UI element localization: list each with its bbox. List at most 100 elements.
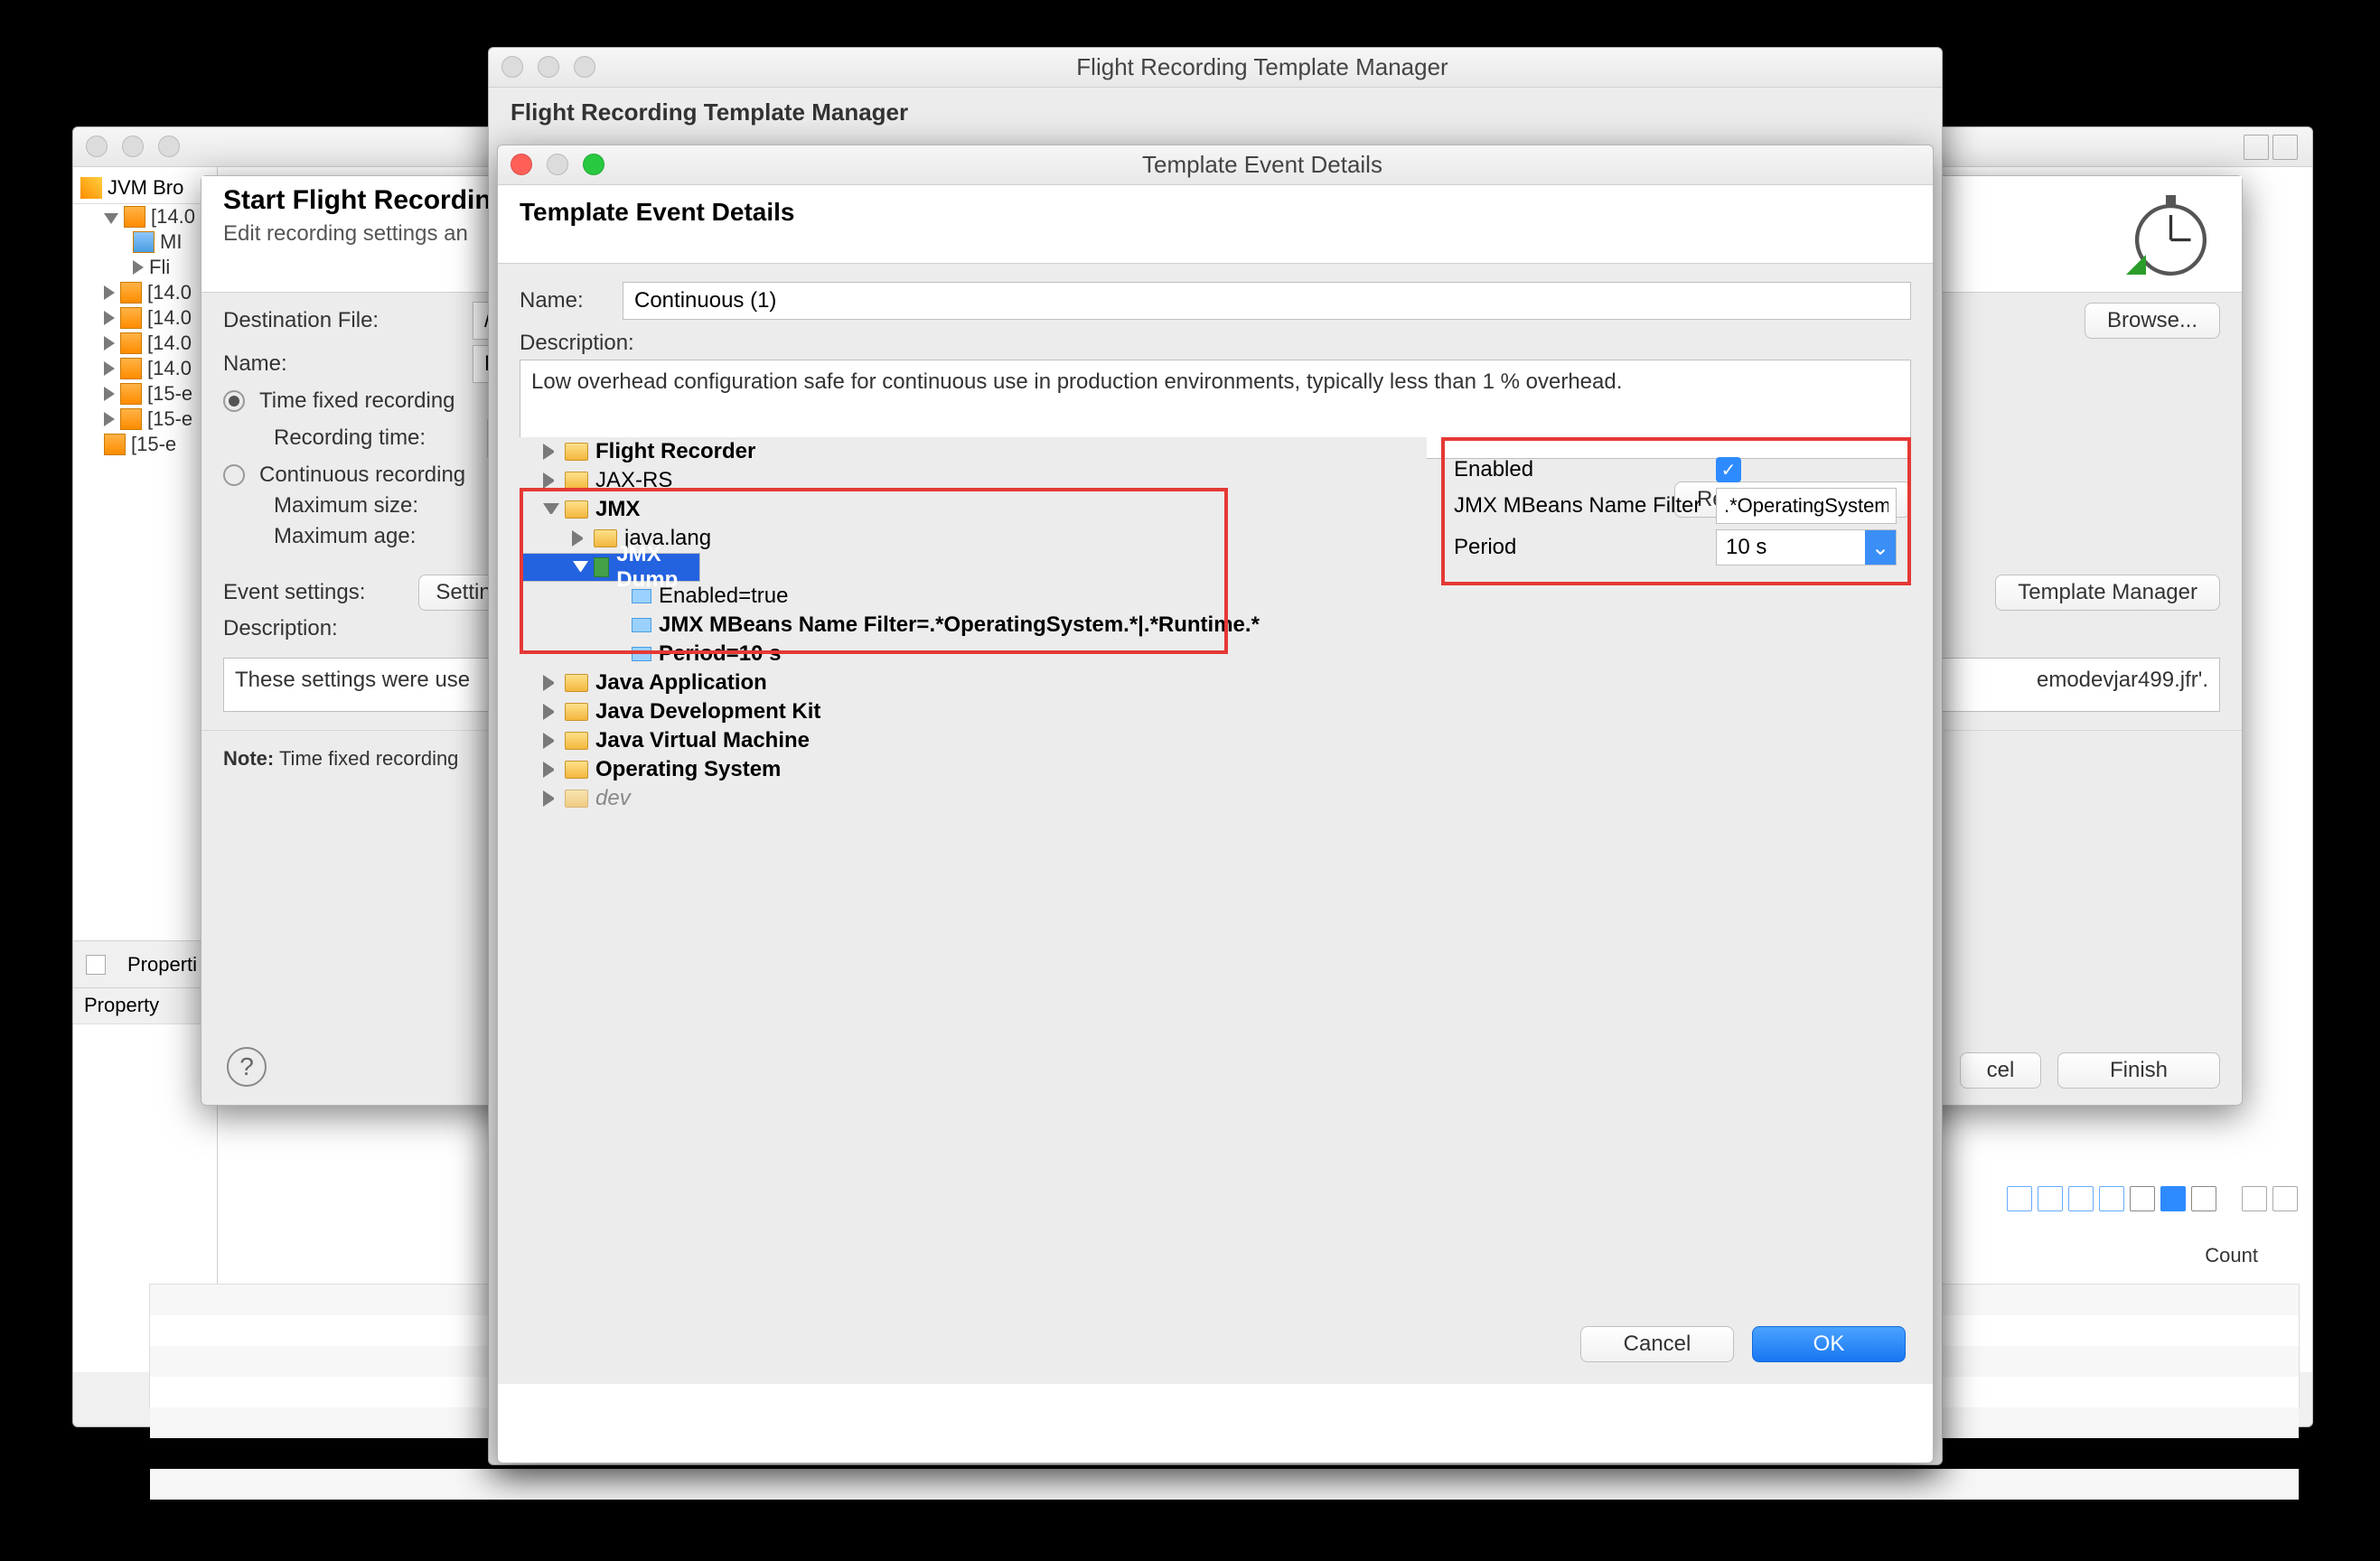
cancel-button[interactable]: Cancel [1580, 1326, 1734, 1362]
tool-icon[interactable] [2130, 1186, 2155, 1211]
event-tree[interactable]: Flight Recorder JAX-RS JMX java.lang JMX… [520, 437, 1427, 1285]
folder-icon [565, 443, 588, 461]
tree-attr-filter[interactable]: JMX MBeans Name Filter=.*OperatingSystem… [520, 611, 1427, 640]
continuous-label: Continuous recording [259, 463, 465, 488]
tree-node-jdk[interactable]: Java Development Kit [520, 697, 1427, 726]
sidebar-item[interactable]: [14.0 [73, 204, 217, 229]
properties-icon [86, 955, 106, 975]
destination-file-label: Destination File: [223, 308, 458, 333]
traffic-close-icon[interactable] [501, 56, 523, 78]
traffic-min-icon[interactable] [122, 136, 144, 157]
tree-node-jmx-dump[interactable]: JMX Dump [520, 553, 700, 582]
traffic-min-icon[interactable] [547, 154, 568, 175]
sidebar-item[interactable]: MI [73, 229, 217, 255]
sidebar-item[interactable]: Fli [73, 255, 217, 280]
continuous-radio[interactable] [223, 464, 245, 486]
finish-button[interactable]: Finish [2057, 1052, 2220, 1089]
tool-icon[interactable] [2068, 1186, 2094, 1211]
traffic-max-icon[interactable] [158, 136, 180, 157]
tm-titlebar[interactable]: Flight Recording Template Manager [489, 48, 1942, 88]
sidebar-item[interactable]: [14.0 [73, 331, 217, 356]
window-max-icon[interactable] [2272, 135, 2298, 160]
expand-icon[interactable] [543, 444, 559, 460]
expand-icon[interactable] [543, 790, 559, 807]
properties-tab[interactable]: Properti [73, 941, 218, 988]
folder-icon [565, 790, 588, 808]
sidebar-item[interactable]: [15-e [73, 407, 217, 432]
ok-button[interactable]: OK [1752, 1326, 1906, 1362]
tree-node-jmx[interactable]: JMX [520, 495, 1427, 524]
time-fixed-radio[interactable] [223, 390, 245, 412]
count-column-header[interactable]: Count [2023, 1244, 2294, 1267]
sidebar-item[interactable]: [15-e [73, 432, 217, 457]
window-min-icon[interactable] [2244, 135, 2269, 160]
collapse-icon[interactable] [573, 561, 588, 577]
expand-icon[interactable] [133, 260, 144, 275]
sidebar-item[interactable]: [14.0 [73, 356, 217, 381]
jvm-node-icon [120, 332, 142, 354]
recording-time-label: Recording time: [274, 425, 473, 451]
collapse-icon[interactable] [543, 503, 559, 519]
expand-icon[interactable] [104, 387, 115, 401]
tree-node-dev[interactable]: dev [520, 784, 1427, 813]
traffic-close-icon[interactable] [511, 154, 532, 175]
folder-open-icon [565, 500, 588, 519]
folder-icon [594, 529, 617, 547]
prop-period-select[interactable]: 10 s ⌄ [1716, 529, 1897, 566]
prop-period-label: Period [1454, 535, 1707, 560]
expand-icon[interactable] [104, 285, 115, 300]
tool-icon[interactable] [2038, 1186, 2063, 1211]
tree-node-jvm[interactable]: Java Virtual Machine [520, 726, 1427, 755]
tree-node-flight-recorder[interactable]: Flight Recorder [520, 437, 1427, 466]
ted-titlebar[interactable]: Template Event Details [498, 145, 1933, 185]
folder-icon [565, 732, 588, 750]
tree-node-os[interactable]: Operating System [520, 755, 1427, 784]
jvm-node-icon [104, 434, 126, 455]
expand-icon[interactable] [104, 412, 115, 426]
expand-icon[interactable] [104, 336, 115, 351]
browse-button[interactable]: Browse... [2085, 303, 2220, 339]
expand-icon[interactable] [104, 311, 115, 325]
template-manager-button[interactable]: Template Manager [1995, 575, 2220, 611]
cancel-button-partial[interactable]: cel [1960, 1052, 2041, 1089]
expand-icon[interactable] [543, 472, 559, 489]
expand-icon[interactable] [543, 704, 559, 720]
expand-icon[interactable] [543, 675, 559, 691]
tool-icon[interactable] [2099, 1186, 2124, 1211]
sfr-title: Start Flight Recording [223, 185, 508, 216]
folder-icon [565, 472, 588, 490]
tree-attr-period[interactable]: Period=10 s [520, 640, 1427, 668]
expand-icon[interactable] [572, 530, 588, 547]
tool-icon[interactable] [2191, 1186, 2216, 1211]
template-name-label: Name: [520, 288, 610, 313]
expand-icon[interactable] [543, 762, 559, 778]
traffic-max-icon[interactable] [574, 56, 595, 78]
ted-heading: Template Event Details [520, 198, 1911, 227]
expand-icon[interactable] [104, 213, 118, 224]
tool-icon[interactable] [2007, 1186, 2032, 1211]
jvm-node-icon [120, 282, 142, 304]
mbean-icon [133, 231, 155, 253]
property-column-header[interactable]: Property [73, 988, 218, 1024]
prop-enabled-label: Enabled [1454, 457, 1707, 482]
stopwatch-icon [2112, 185, 2220, 285]
window-max-icon[interactable] [2272, 1186, 2298, 1211]
jvm-browser-sidebar[interactable]: JVM Bro [14.0 MI Fli [14.0 [14.0 [14.0 [… [73, 167, 218, 1372]
window-min-icon[interactable] [2242, 1186, 2267, 1211]
tree-node-java-app[interactable]: Java Application [520, 668, 1427, 697]
template-name-input[interactable] [623, 282, 1911, 320]
traffic-close-icon[interactable] [86, 136, 108, 157]
jvm-node-icon [120, 408, 142, 430]
traffic-min-icon[interactable] [538, 56, 559, 78]
prop-enabled-checkbox[interactable]: ✓ [1716, 457, 1741, 482]
traffic-max-icon[interactable] [583, 154, 604, 175]
prop-filter-input[interactable] [1716, 488, 1897, 524]
expand-icon[interactable] [104, 361, 115, 376]
expand-icon[interactable] [543, 733, 559, 749]
help-icon[interactable]: ? [227, 1047, 267, 1087]
tree-node-jaxrs[interactable]: JAX-RS [520, 466, 1427, 495]
sidebar-item[interactable]: [14.0 [73, 280, 217, 305]
sidebar-item[interactable]: [14.0 [73, 305, 217, 331]
sidebar-item[interactable]: [15-e [73, 381, 217, 407]
tool-icon[interactable] [2160, 1186, 2186, 1211]
